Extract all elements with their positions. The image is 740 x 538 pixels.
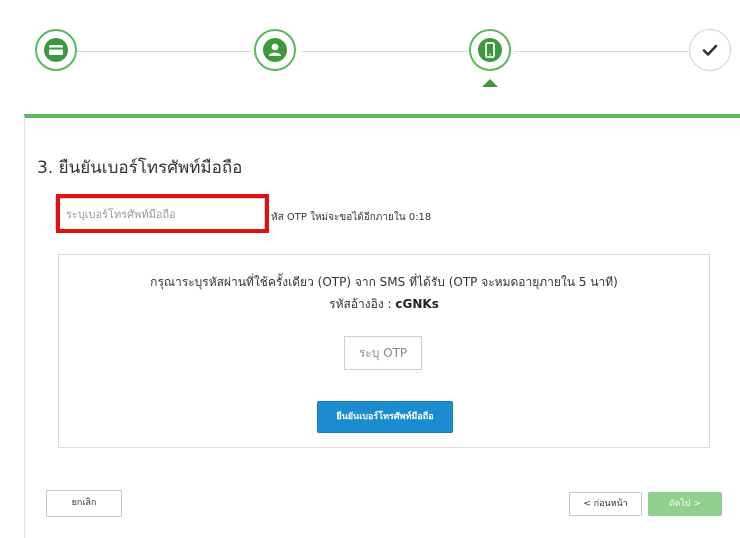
step-confirm <box>689 29 731 71</box>
otp-reference: รหัสอ้างอิง : cGNKs <box>59 295 709 314</box>
confirm-mobile-button[interactable]: ยืนยันเบอร์โทรศัพท์มือถือ <box>317 401 453 433</box>
otp-input[interactable] <box>344 336 422 370</box>
step-connector <box>514 51 688 52</box>
user-icon <box>263 38 287 62</box>
section-title: 3. ยืนยันเบอร์โทรศัพท์มือถือ <box>37 158 243 178</box>
check-icon <box>698 38 722 62</box>
step-connector <box>77 51 251 52</box>
otp-instruction: กรุณาระบุรหัสผ่านที่ใช้ครั้งเดียว (OTP) … <box>150 275 618 289</box>
card-icon <box>44 38 68 62</box>
mobile-icon <box>478 38 502 62</box>
otp-box: กรุณาระบุรหัสผ่านที่ใช้ครั้งเดียว (OTP) … <box>58 254 710 448</box>
cancel-button[interactable]: ยกเลิก <box>46 490 122 517</box>
mobile-verification-panel: 3. ยืนยันเบอร์โทรศัพท์มือถือ หัส OTP ใหม… <box>24 114 740 538</box>
previous-button[interactable]: < ก่อนหน้า <box>569 492 642 516</box>
otp-resend-timer: หัส OTP ใหม่จะขอได้อีกภายใน 0:18 <box>271 212 432 223</box>
otp-reference-label: รหัสอ้างอิง : <box>329 297 396 311</box>
step-mobile <box>469 29 511 71</box>
otp-reference-code: cGNKs <box>395 297 439 311</box>
step-account <box>254 29 296 71</box>
step-connector <box>301 51 467 52</box>
next-button[interactable]: ถัดไป > <box>648 492 722 516</box>
current-step-indicator <box>482 79 498 87</box>
step-payment <box>35 29 77 71</box>
progress-stepper <box>0 0 740 110</box>
phone-number-input[interactable] <box>55 198 265 230</box>
